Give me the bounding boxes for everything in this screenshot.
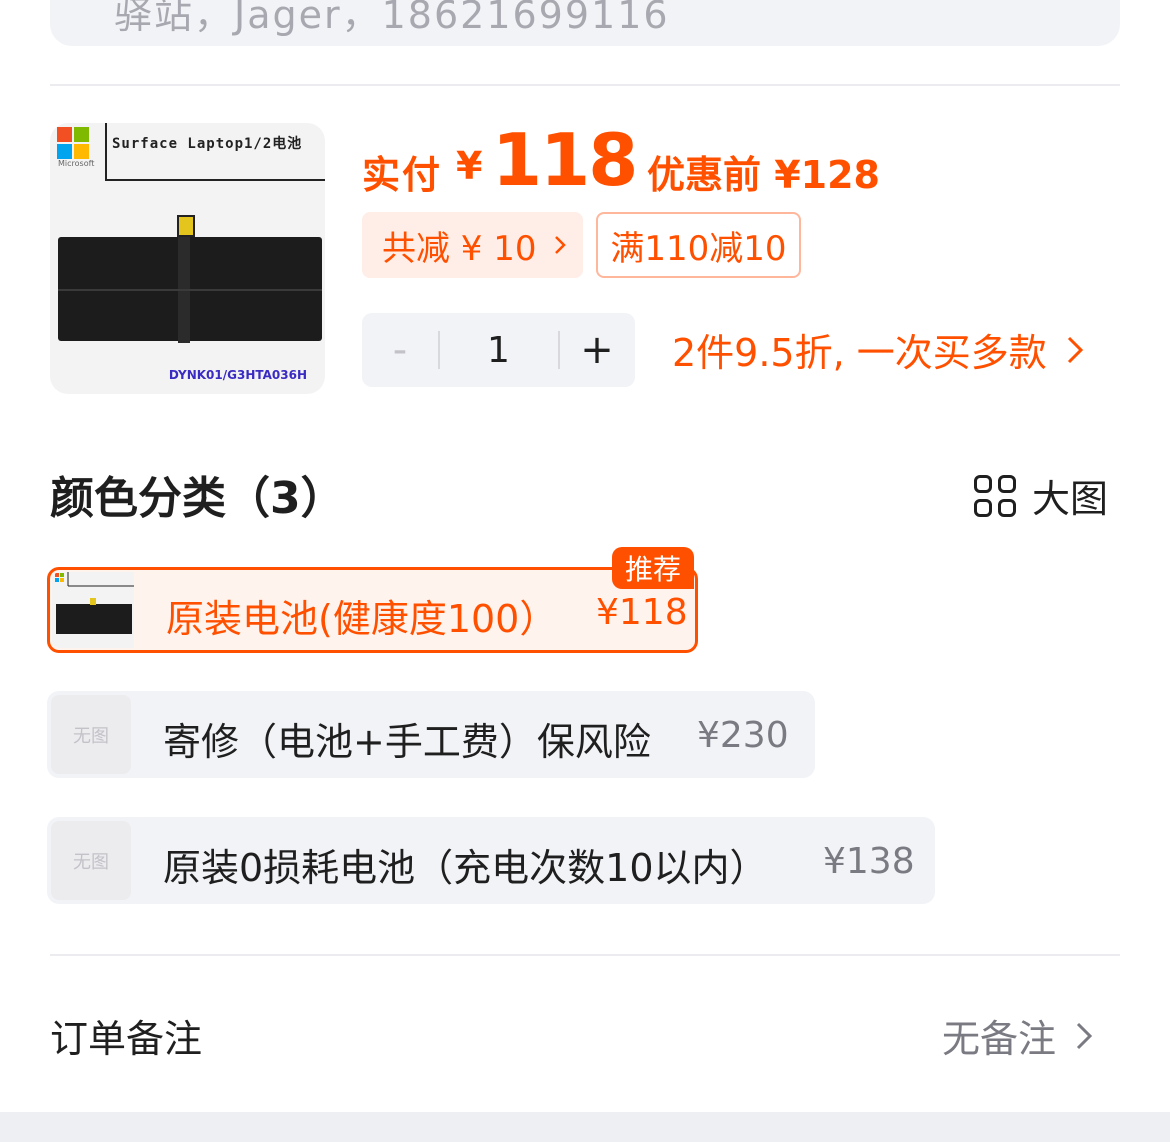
coupon-text: 满110减10	[610, 228, 787, 269]
chevron-right-icon	[1076, 1022, 1093, 1049]
product-code: DYNK01/G3HTA036H	[168, 368, 307, 382]
microsoft-logo-icon	[57, 127, 89, 159]
price-amount: 118	[492, 118, 638, 202]
address-card[interactable]: 驿站，Jager，18621699116	[50, 0, 1120, 46]
price-label: 实付	[362, 153, 443, 197]
variant-option[interactable]: 原装电池(健康度100） ¥118	[47, 567, 698, 653]
price-currency: ¥	[456, 144, 483, 188]
multi-buy-promo-link[interactable]: 2件9.5折, 一次买多款	[672, 322, 1085, 377]
battery-connector	[177, 215, 195, 237]
grid-icon	[974, 474, 1016, 517]
coupon-chip[interactable]: 满110减10	[596, 212, 801, 278]
variant-thumbnail: 无图	[51, 821, 131, 900]
increase-button[interactable]: +	[559, 313, 635, 387]
order-remark-label: 订单备注	[50, 1017, 203, 1061]
big-image-label: 大图	[1032, 477, 1109, 521]
variant-name: 寄修（电池+手工费）保风险	[163, 720, 651, 764]
quantity-stepper: - 1 +	[362, 313, 635, 387]
variant-thumbnail: 无图	[51, 695, 131, 774]
brand-text: Microsoft	[58, 159, 95, 168]
chevron-right-icon	[1067, 336, 1083, 363]
promo-text: 2件9.5折, 一次买多款	[672, 331, 1047, 375]
product-image-title: Surface Laptop1/2电池	[112, 136, 303, 152]
battery-picture	[58, 231, 322, 343]
product-thumbnail-image	[52, 572, 134, 648]
variant-option[interactable]: 无图 寄修（电池+手工费）保风险 ¥230	[47, 691, 815, 778]
section-separator-bar	[0, 1112, 1170, 1142]
total-discount-text: 共减 ¥ 10	[382, 228, 537, 269]
divider	[50, 954, 1120, 956]
variant-price: ¥118	[596, 592, 688, 633]
variant-name: 原装电池(健康度100）	[166, 597, 558, 641]
quantity-value[interactable]: 1	[438, 313, 559, 387]
original-price: 优惠前 ¥128	[647, 153, 880, 197]
divider	[50, 84, 1120, 86]
order-remark-field[interactable]: 无备注	[942, 1008, 1094, 1063]
variant-name: 原装0损耗电池（充电次数10以内）	[163, 846, 768, 890]
big-image-toggle[interactable]: 大图	[974, 468, 1108, 523]
chevron-right-icon	[554, 236, 566, 254]
decrease-button[interactable]: -	[362, 313, 438, 387]
price-separator	[620, 154, 623, 182]
address-text: 驿站，Jager，18621699116	[114, 0, 670, 37]
variant-option[interactable]: 无图 原装0损耗电池（充电次数10以内） ¥138	[47, 817, 935, 904]
variant-price: ¥230	[697, 715, 789, 756]
variant-thumbnail	[52, 572, 134, 648]
order-remark-value: 无备注	[942, 1017, 1057, 1061]
variant-price: ¥138	[823, 841, 915, 882]
total-discount-chip[interactable]: 共减 ¥ 10	[362, 212, 583, 278]
recommend-badge: 推荐	[612, 547, 694, 589]
product-image[interactable]: Microsoft Surface Laptop1/2电池 DYNK01/G3H…	[50, 123, 325, 394]
variant-section-title: 颜色分类（3）	[50, 473, 345, 524]
